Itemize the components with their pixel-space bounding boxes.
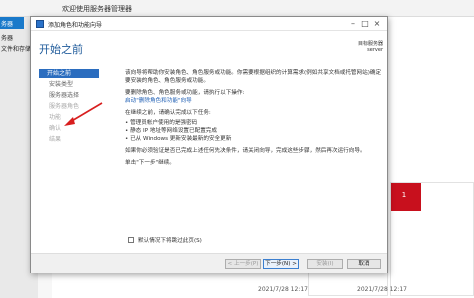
server-tile-alert[interactable]: 1 bbox=[390, 182, 474, 296]
step-before-you-begin[interactable]: 开始之前 bbox=[39, 69, 99, 78]
checklist-item: • 静态 IP 地址等网络设置已配置完成 bbox=[125, 128, 217, 134]
checklist-heading: 在继续之前，请确认完成以下任务: bbox=[125, 110, 211, 116]
tile-timestamp: 2021/7/28 12:17 bbox=[357, 286, 407, 293]
remove-roles-link[interactable]: 启动"删除角色和功能"向导 bbox=[125, 97, 383, 105]
target-server-name: server bbox=[367, 47, 383, 53]
next-button[interactable]: 下一步(N) > bbox=[263, 259, 299, 269]
sidebar-item-local-server[interactable]: 务器 bbox=[0, 33, 13, 42]
step-installation-type[interactable]: 安装类型 bbox=[47, 80, 111, 89]
wizard-button-bar: < 上一步(P) 下一步(N) > 安装(I) 取消 bbox=[31, 253, 387, 273]
server-manager-titlebar: 欢迎使用服务器管理器 bbox=[0, 0, 474, 17]
add-roles-wizard-dialog: 添加角色和功能向导 – □ × 开始之前 目标服务器 server 开始之前 安… bbox=[30, 16, 388, 273]
continue-note: 单击"下一步"继续。 bbox=[125, 160, 175, 166]
sidebar-item-dashboard[interactable]: 务器 bbox=[0, 17, 24, 29]
skip-page-checkbox[interactable] bbox=[128, 237, 134, 243]
maximize-icon[interactable]: □ bbox=[359, 19, 371, 29]
intro-text: 该向导将帮助你安装角色、角色服务或功能。你需要根据组织的计算需求(例如共享文档或… bbox=[125, 70, 382, 76]
wizard-app-icon bbox=[36, 20, 44, 28]
checklist-item: • 管理员帐户使用的是强密码 bbox=[125, 120, 198, 126]
annotation-arrow-icon bbox=[64, 102, 103, 126]
tile-header-alert: 1 bbox=[391, 183, 421, 211]
wizard-window-title: 添加角色和功能向导 bbox=[48, 22, 103, 29]
wizard-step-nav: 开始之前 安装类型 服务器选择 服务器角色 功能 确认 结果 bbox=[31, 65, 113, 253]
cancel-button[interactable]: 取消 bbox=[347, 259, 381, 269]
skip-page-label[interactable]: 默认情况下将跳过此页(S) bbox=[138, 236, 202, 244]
alert-count-badge: 1 bbox=[401, 191, 407, 199]
prerequisite-note: 如果你必须验证是否已完成上述任何先决条件，请关闭向导，完成这些步骤，然后再次运行… bbox=[125, 148, 366, 154]
close-icon[interactable]: × bbox=[371, 19, 383, 29]
remove-instructions: 要删除角色、角色服务或功能，请执行以下操作: bbox=[125, 90, 245, 96]
intro-text-cont: 要安装的角色、角色服务或功能。 bbox=[125, 78, 209, 84]
step-results: 结果 bbox=[49, 136, 62, 143]
target-server: 目标服务器 server bbox=[331, 41, 383, 53]
tile-timestamp: 2021/7/28 12:17 bbox=[258, 286, 308, 293]
server-manager-title: 欢迎使用服务器管理器 bbox=[62, 5, 132, 13]
previous-button[interactable]: < 上一步(P) bbox=[225, 259, 261, 269]
wizard-titlebar: 添加角色和功能向导 – □ × bbox=[31, 17, 387, 31]
minimize-icon[interactable]: – bbox=[347, 19, 359, 29]
page-title: 开始之前 bbox=[39, 43, 83, 56]
install-button[interactable]: 安装(I) bbox=[307, 259, 343, 269]
step-server-selection[interactable]: 服务器选择 bbox=[47, 91, 111, 100]
checklist-item: • 已从 Windows 更新安装最新的安全更新 bbox=[125, 136, 232, 142]
